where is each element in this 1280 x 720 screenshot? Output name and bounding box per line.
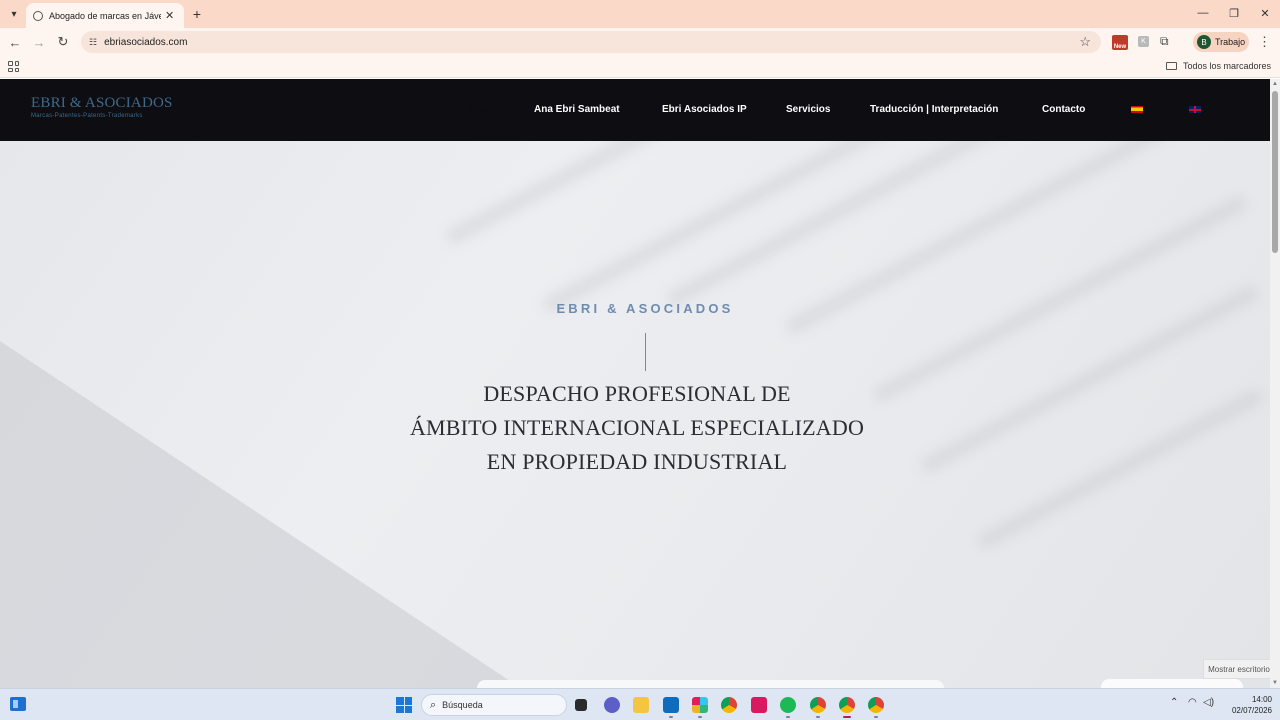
restore-button[interactable]: ❐ <box>1223 5 1245 21</box>
tab-title: Abogado de marcas en Jávea y <box>49 10 161 21</box>
tray-chevron-up-icon[interactable]: ⌃ <box>1170 697 1178 708</box>
close-window-button[interactable]: ✕ <box>1254 5 1276 21</box>
running-indicator <box>669 716 673 718</box>
tab-strip: ▾ Abogado de marcas en Jávea y ✕ + — ❐ ✕ <box>0 0 1280 28</box>
extension-badge: New <box>1113 44 1127 50</box>
bookmark-star-icon[interactable]: ☆ <box>1079 34 1091 50</box>
active-indicator <box>843 716 851 718</box>
new-tab-button[interactable]: + <box>188 5 206 23</box>
running-indicator <box>816 716 820 718</box>
leaf-shadow <box>870 193 1250 405</box>
url-text[interactable]: ebriasociados.com <box>104 37 187 48</box>
show-desktop-tooltip: Mostrar escritorio <box>1203 659 1275 679</box>
chrome-icon[interactable] <box>721 697 737 713</box>
profile-button[interactable]: B Trabajo <box>1193 32 1249 52</box>
app-icon[interactable] <box>751 697 767 713</box>
folder-icon <box>1165 62 1177 70</box>
volume-icon[interactable]: ◁) <box>1203 697 1214 708</box>
scroll-thumb[interactable] <box>1272 91 1278 253</box>
extension-new-icon[interactable]: New <box>1112 35 1128 50</box>
close-tab-icon[interactable]: ✕ <box>165 9 174 22</box>
tab-search-button[interactable]: ▾ <box>4 5 24 23</box>
chrome-profile-icon[interactable] <box>810 697 826 713</box>
spanish-flag-icon[interactable] <box>1131 106 1143 113</box>
browser-toolbar: ← → ↻ ☷ ebriasociados.com ☆ New K ⧉ B Tr… <box>0 28 1280 56</box>
reload-button[interactable]: ↻ <box>54 34 72 50</box>
clock-time: 14:00 <box>1251 695 1272 704</box>
hero-title-line: DESPACHO PROFESIONAL DE <box>483 381 791 406</box>
start-button[interactable] <box>396 697 412 713</box>
site-header: EBRI & ASOCIADOS Marcas-Patentes-Patents… <box>0 79 1270 141</box>
nav-ana-ebri-sambeat[interactable]: Ana Ebri Sambeat <box>534 104 620 115</box>
nav-servicios[interactable]: Servicios <box>786 104 830 115</box>
all-bookmarks-button[interactable]: Todos los marcadores <box>1165 61 1271 71</box>
apps-grid-icon[interactable] <box>8 61 19 72</box>
hero-section: EBRI & ASOCIADOS DESPACHO PROFESIONAL DE… <box>0 141 1270 688</box>
content-card-top <box>1101 679 1243 688</box>
site-logo[interactable]: EBRI & ASOCIADOS Marcas-Patentes-Patents… <box>31 95 173 119</box>
hero-title-line: ÁMBITO INTERNACIONAL ESPECIALIZADO <box>409 415 865 440</box>
nav-traduccion[interactable]: Traducción | Interpretación <box>870 104 998 115</box>
extension-icon[interactable]: K <box>1138 36 1149 47</box>
running-indicator <box>786 716 790 718</box>
slack-icon[interactable] <box>692 697 708 713</box>
task-view-icon[interactable] <box>575 699 587 711</box>
chrome-alt-icon[interactable] <box>868 697 884 713</box>
nav-inicio[interactable]: Inicio <box>467 104 493 115</box>
uk-flag-icon[interactable] <box>1189 106 1201 113</box>
wifi-icon[interactable]: ◠ <box>1188 697 1197 708</box>
widgets-icon[interactable] <box>10 697 26 711</box>
clock-date: 02/07/2026 <box>1231 706 1272 715</box>
search-icon: ⌕ <box>430 698 437 711</box>
back-button[interactable]: ← <box>6 34 24 50</box>
chrome-work-icon[interactable] <box>839 697 855 713</box>
outlook-icon[interactable] <box>663 697 679 713</box>
hero-title-line: EN PROPIEDAD INDUSTRIAL <box>486 449 788 474</box>
forward-button[interactable]: → <box>30 34 48 50</box>
scroll-down-arrow-icon[interactable]: ▼ <box>1272 680 1278 686</box>
nav-contacto[interactable]: Contacto <box>1042 104 1085 115</box>
globe-icon <box>33 10 43 21</box>
taskbar-search[interactable]: ⌕ Búsqueda <box>421 694 567 716</box>
scroll-up-arrow-icon[interactable]: ▲ <box>1272 81 1278 87</box>
page-viewport: EBRI & ASOCIADOS Marcas-Patentes-Patents… <box>0 79 1280 688</box>
file-explorer-icon[interactable] <box>633 697 649 713</box>
spotify-icon[interactable] <box>780 697 796 713</box>
running-indicator <box>874 716 878 718</box>
avatar: B <box>1197 35 1211 49</box>
extensions-puzzle-icon[interactable]: ⧉ <box>1160 34 1169 49</box>
hero-eyebrow: EBRI & ASOCIADOS <box>556 301 734 316</box>
logo-text: EBRI & ASOCIADOS <box>31 95 173 111</box>
kebab-menu-icon[interactable]: ⋮ <box>1258 34 1271 50</box>
logo-tagline: Marcas-Patentes-Patents-Trademarks <box>31 113 143 119</box>
active-tab[interactable]: Abogado de marcas en Jávea y ✕ <box>26 3 184 28</box>
clock[interactable]: 14:00 02/07/2026 <box>1222 694 1272 716</box>
page-scrollbar[interactable]: ▲ ▼ <box>1270 79 1280 688</box>
minimize-button[interactable]: — <box>1192 5 1214 21</box>
hero-title: DESPACHO PROFESIONAL DE ÁMBITO INTERNACI… <box>0 377 1270 479</box>
profile-name: Trabajo <box>1215 37 1246 47</box>
hero-divider <box>645 333 646 371</box>
taskbar: ⌕ Búsqueda ⌃ ◠ ◁) 14:00 02/07/2026 <box>0 688 1280 720</box>
address-bar[interactable]: ☷ ebriasociados.com ☆ <box>81 31 1101 53</box>
site-info-icon[interactable]: ☷ <box>89 37 97 48</box>
running-indicator <box>698 716 702 718</box>
chat-icon[interactable] <box>604 697 620 713</box>
all-bookmarks-label: Todos los marcadores <box>1182 61 1271 71</box>
search-label: Búsqueda <box>442 700 483 710</box>
bookmarks-bar: Todos los marcadores <box>0 56 1280 78</box>
content-card-top <box>477 680 944 688</box>
nav-ebri-asociados-ip[interactable]: Ebri Asociados IP <box>662 104 747 115</box>
